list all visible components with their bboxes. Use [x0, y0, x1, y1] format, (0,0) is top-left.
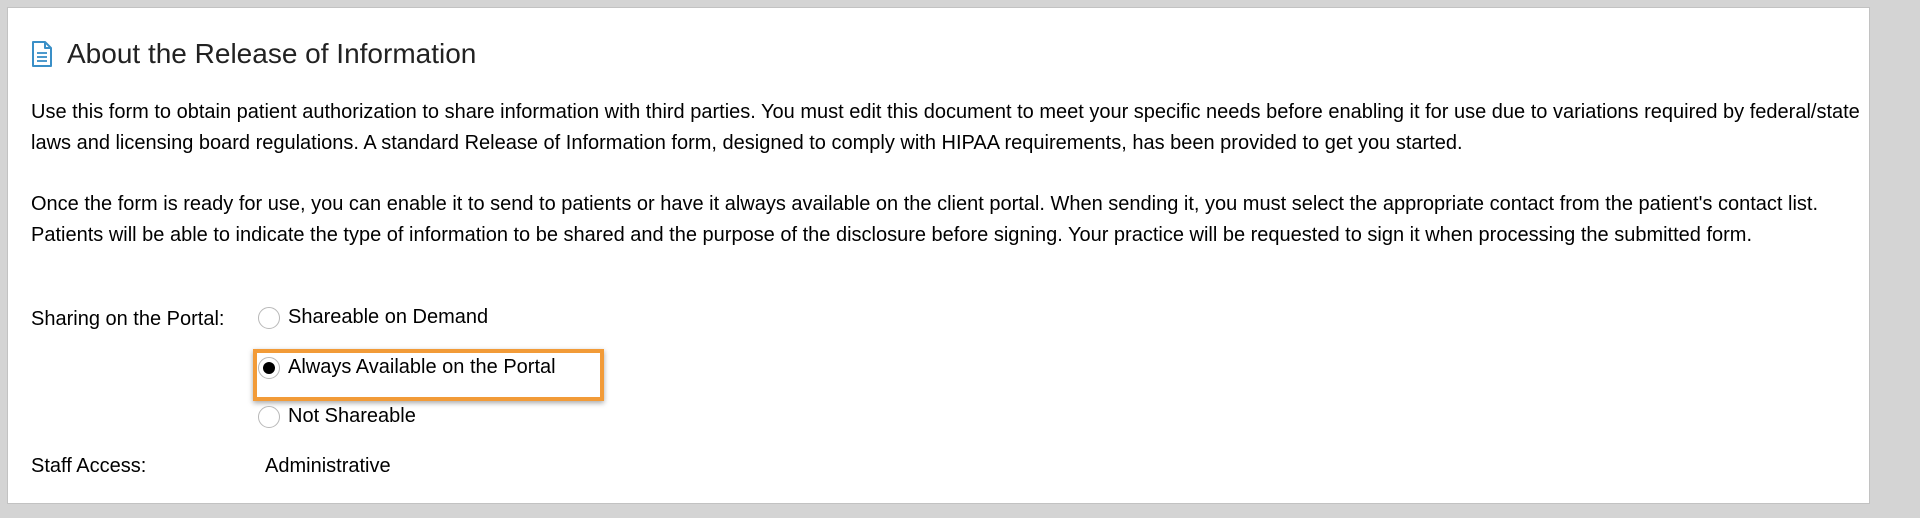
description-paragraph-1: Use this form to obtain patient authoriz…	[31, 101, 1860, 154]
staff-access-value: Administrative	[265, 455, 391, 477]
panel-header: About the Release of Information	[31, 38, 476, 70]
radio-not-shareable[interactable]: Not Shareable	[258, 405, 416, 428]
release-of-information-panel: About the Release of Information Use thi…	[7, 7, 1870, 504]
page-title: About the Release of Information	[67, 38, 477, 69]
document-icon	[31, 41, 53, 67]
description-paragraph-2: Once the form is ready for use, you can …	[31, 193, 1819, 246]
radio-button-unchecked[interactable]	[258, 405, 280, 428]
staff-access-label: Staff Access:	[31, 455, 147, 477]
radio-button-unchecked[interactable]	[258, 306, 280, 329]
radio-button-checked[interactable]	[258, 356, 280, 379]
sharing-on-portal-label: Sharing on the Portal:	[31, 308, 225, 330]
radio-always-available[interactable]: Always Available on the Portal	[258, 356, 556, 379]
radio-label: Always Available on the Portal	[288, 356, 556, 378]
radio-label: Shareable on Demand	[288, 306, 489, 328]
radio-shareable-on-demand[interactable]: Shareable on Demand	[258, 306, 488, 329]
radio-label: Not Shareable	[288, 405, 416, 427]
